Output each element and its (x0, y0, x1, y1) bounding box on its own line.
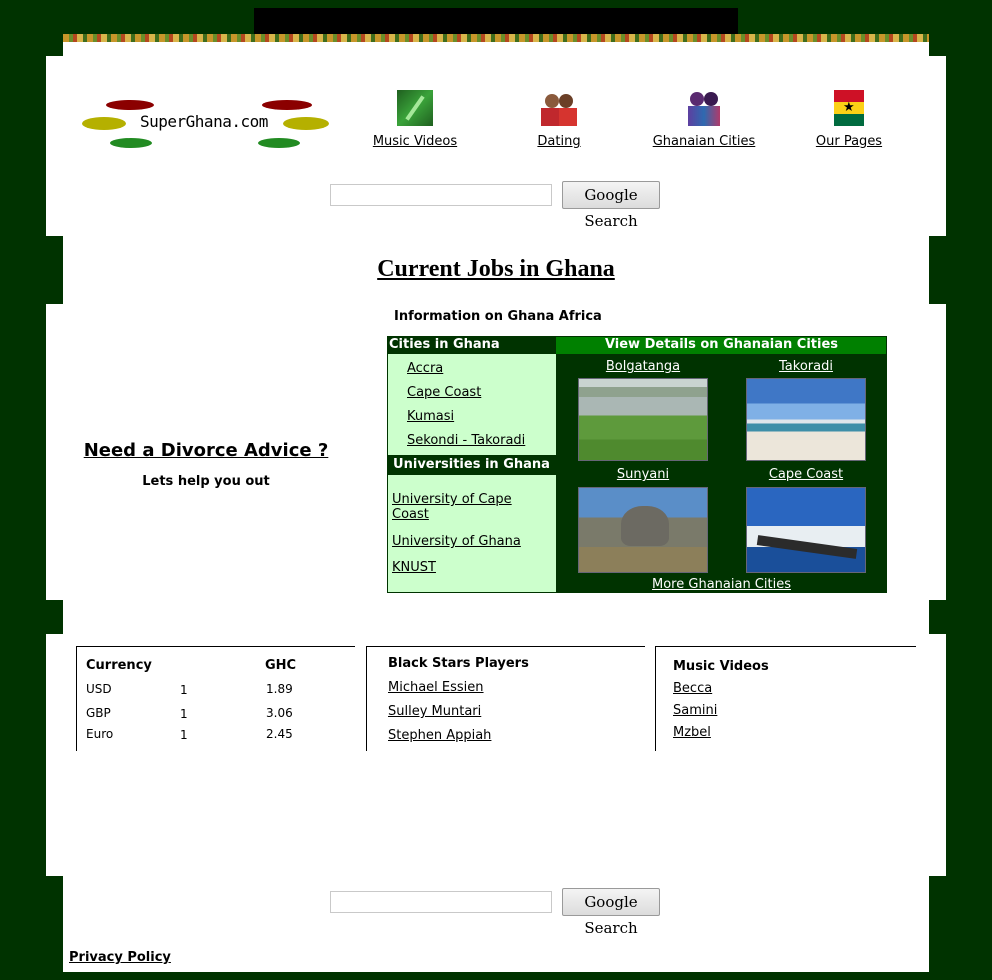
ghana-map-flag-icon: ★ (834, 90, 864, 126)
cities-panel-border (387, 336, 887, 593)
music-title: Music Videos (673, 659, 769, 674)
currency-cell: 1.89 (266, 682, 293, 696)
google-search-button[interactable]: Google Search (562, 181, 660, 230)
currency-cell: 1 (180, 707, 188, 721)
logo-text: SuperGhana.com (140, 112, 268, 131)
couple-icon (539, 90, 579, 126)
music-link[interactable]: Samini (673, 703, 717, 718)
currency-cell: 3.06 (266, 706, 293, 720)
currency-cell: 1 (180, 728, 188, 742)
people-icon (686, 90, 722, 126)
logo-oval-green (110, 138, 152, 148)
privacy-policy-link[interactable]: Privacy Policy (69, 950, 171, 965)
footer-google-search-button[interactable]: Google Search (562, 888, 660, 937)
currency-table: Currency GHC USD 1 1.89 GBP 1 3.06 Euro … (76, 646, 355, 751)
currency-cell: GBP (86, 706, 111, 720)
nav-label[interactable]: Dating (537, 134, 580, 149)
music-videos-list: Music Videos Becca Samini Mzbel (655, 646, 916, 751)
nav-label[interactable]: Ghanaian Cities (653, 134, 756, 149)
info-heading: Information on Ghana Africa (394, 309, 602, 324)
logo-oval-red (262, 100, 312, 110)
currency-cell: 1 (180, 683, 188, 697)
page-title: Current Jobs in Ghana (377, 256, 615, 282)
music-link[interactable]: Becca (673, 681, 712, 696)
nav-our-pages[interactable]: ★ Our Pages (789, 90, 909, 149)
page-band (63, 600, 929, 634)
logo-oval-yellow (283, 117, 329, 130)
player-link[interactable]: Michael Essien (388, 680, 484, 695)
currency-cell: Euro (86, 727, 114, 741)
players-list: Black Stars Players Michael Essien Sulle… (366, 646, 645, 751)
currency-cell: USD (86, 682, 112, 696)
nav-music-videos[interactable]: Music Videos (355, 90, 475, 149)
nav-dating[interactable]: Dating (499, 90, 619, 149)
guitar-icon (397, 90, 433, 126)
nav-label[interactable]: Music Videos (373, 134, 457, 149)
search-input[interactable] (330, 184, 552, 206)
currency-ghc-header: GHC (265, 658, 297, 673)
player-link[interactable]: Stephen Appiah (388, 728, 491, 743)
nav-label[interactable]: Our Pages (816, 134, 882, 149)
divorce-subtitle: Lets help you out (142, 474, 270, 489)
footer-search-input[interactable] (330, 891, 552, 913)
logo-oval-green (258, 138, 300, 148)
currency-cell: 2.45 (266, 727, 293, 741)
music-link[interactable]: Mzbel (673, 725, 711, 740)
currency-header: Currency (86, 658, 152, 673)
nav-ghanaian-cities[interactable]: Ghanaian Cities (644, 90, 764, 149)
logo-oval-yellow (82, 117, 126, 130)
kente-border (63, 34, 929, 42)
logo-oval-red (106, 100, 154, 110)
top-black-bar (254, 8, 738, 34)
player-link[interactable]: Sulley Muntari (388, 704, 481, 719)
players-title: Black Stars Players (388, 656, 529, 671)
divorce-advice-link[interactable]: Need a Divorce Advice ? (66, 440, 346, 461)
